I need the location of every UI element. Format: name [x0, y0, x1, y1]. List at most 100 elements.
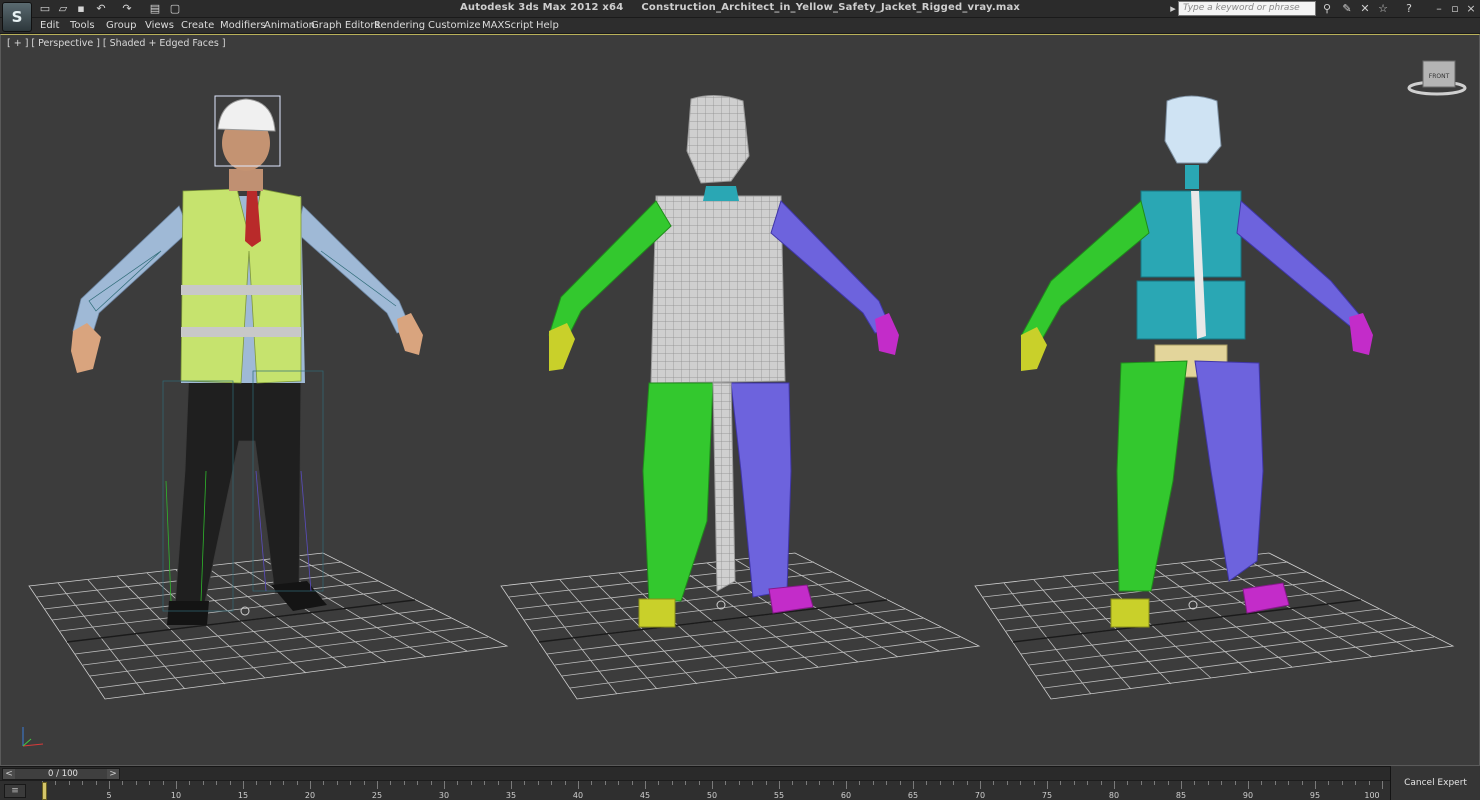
- frame-tick: [859, 781, 861, 785]
- frame-tick: [122, 781, 124, 785]
- frame-tick: [926, 781, 928, 785]
- menu-rendering[interactable]: Rendering: [374, 19, 425, 33]
- frame-tick: [390, 781, 392, 785]
- frame-tick: [1100, 781, 1102, 785]
- frame-tick: [604, 781, 606, 785]
- menu-animation[interactable]: Animation: [264, 19, 315, 33]
- frame-tick: [1127, 781, 1129, 785]
- frame-tick: [189, 781, 191, 785]
- help-icon[interactable]: ?: [1402, 2, 1416, 15]
- menu-help[interactable]: Help: [536, 19, 559, 33]
- search-input[interactable]: Type a keyword or phrase: [1178, 1, 1316, 16]
- frame-tick: [95, 781, 97, 785]
- menu-maxscript[interactable]: MAXScript: [482, 19, 533, 33]
- communication-center-icon[interactable]: ✕: [1358, 2, 1372, 15]
- frame-tick-label: 20: [304, 791, 316, 800]
- menu-views[interactable]: Views: [145, 19, 174, 33]
- frame-tick: [1060, 781, 1062, 785]
- frame-tick: [430, 781, 432, 785]
- axis-tripod-icon: [22, 727, 44, 747]
- frame-tick: [765, 781, 767, 785]
- frame-tick: [551, 781, 553, 785]
- frame-tick-label: 5: [106, 791, 112, 800]
- frame-tick: [846, 781, 847, 789]
- favorites-star-icon[interactable]: ☆: [1376, 2, 1390, 15]
- frame-tick: [939, 781, 941, 785]
- frame-tick: [417, 781, 419, 785]
- menu-bar: Edit Tools Group Views Create Modifiers …: [0, 18, 1480, 34]
- frame-tick: [1221, 781, 1223, 785]
- frame-tick-label: 65: [907, 791, 919, 800]
- frame-tick: [712, 781, 713, 789]
- viewport-scene: FRONT: [22, 60, 1467, 747]
- frame-tick: [135, 781, 137, 785]
- ground-grid-middle: [500, 552, 981, 700]
- textured-character-model[interactable]: [71, 95, 423, 625]
- frame-tick: [738, 781, 740, 785]
- frame-tick: [511, 781, 512, 789]
- subscription-icon[interactable]: ✎: [1340, 2, 1354, 15]
- binoculars-icon[interactable]: ⚲: [1320, 2, 1334, 15]
- time-cursor[interactable]: [42, 782, 47, 800]
- menu-graph-editors[interactable]: Graph Editors: [311, 19, 380, 33]
- viewcube-label: FRONT: [1429, 73, 1450, 80]
- frame-tick: [1114, 781, 1115, 789]
- frame-tick: [832, 781, 834, 785]
- menu-modifiers[interactable]: Modifiers: [220, 19, 266, 33]
- frame-tick: [1047, 781, 1048, 789]
- frame-tick: [725, 781, 727, 785]
- frame-tick: [698, 781, 700, 785]
- frame-tick: [243, 781, 244, 789]
- frame-tick: [457, 781, 459, 785]
- frame-tick: [1328, 781, 1330, 785]
- frame-tick: [1261, 781, 1263, 785]
- frame-tick: [82, 781, 84, 785]
- frame-tick: [913, 781, 914, 789]
- menu-edit[interactable]: Edit: [40, 19, 59, 33]
- biped-skeleton-model[interactable]: [1020, 95, 1373, 628]
- menu-create[interactable]: Create: [181, 19, 214, 33]
- close-icon[interactable]: ×: [1464, 2, 1478, 15]
- frame-tick: [1301, 781, 1303, 785]
- frame-counter: 0 / 100: [48, 769, 78, 779]
- application-logo-button[interactable]: S: [2, 2, 32, 32]
- frame-tick: [578, 781, 579, 789]
- menu-tools[interactable]: Tools: [70, 19, 95, 33]
- frame-tick: [618, 781, 620, 785]
- frame-tick-label: 100: [1364, 791, 1380, 800]
- frame-tick-label: 80: [1108, 791, 1120, 800]
- frame-tick: [484, 781, 486, 785]
- frame-tick: [1315, 781, 1316, 789]
- frame-tick: [216, 781, 218, 785]
- frame-tick-label: 25: [371, 791, 383, 800]
- frame-tick: [819, 781, 821, 785]
- menu-group[interactable]: Group: [106, 19, 136, 33]
- frame-tick-label: 40: [572, 791, 584, 800]
- app-name: Autodesk 3ds Max 2012 x64: [459, 2, 624, 13]
- frame-tick: [256, 781, 258, 785]
- time-slider-bar: < 0 / 100 >: [0, 766, 1390, 780]
- frame-tick: [1154, 781, 1156, 785]
- frame-tick: [269, 781, 271, 785]
- next-frame-button[interactable]: >: [107, 769, 119, 779]
- restore-icon[interactable]: ▫: [1448, 2, 1462, 15]
- frame-tick: [444, 781, 445, 789]
- minimize-icon[interactable]: –: [1432, 2, 1446, 15]
- mesh-and-biped-model[interactable]: [548, 95, 899, 628]
- frame-tick-label: 70: [974, 791, 986, 800]
- track-bar[interactable]: ≡ 5 10 15 20 25 30 35 40 45 50 55 60 65 70 75 80 85 90 95 1…: [0, 780, 1390, 800]
- frame-tick-label: 60: [840, 791, 852, 800]
- ground-grid-left: [28, 552, 509, 700]
- previous-frame-button[interactable]: <: [3, 769, 15, 779]
- cancel-expert-mode-button[interactable]: Cancel Expert Mode: [1390, 766, 1480, 800]
- frame-tick: [323, 781, 325, 785]
- curve-editor-icon[interactable]: ≡: [4, 784, 26, 798]
- time-slider[interactable]: < 0 / 100 >: [2, 768, 120, 780]
- frame-tick: [1248, 781, 1249, 789]
- frame-tick: [1341, 781, 1343, 785]
- perspective-viewport[interactable]: [ + ] [ Perspective ] [ Shaded + Edged F…: [0, 34, 1480, 766]
- viewport-label[interactable]: [ + ] [ Perspective ] [ Shaded + Edged F…: [7, 38, 226, 49]
- viewcube-icon[interactable]: FRONT: [1407, 60, 1467, 96]
- frame-ruler[interactable]: 5 10 15 20 25 30 35 40 45 50 55 60 65 70 75 80 85 90 95 100: [42, 781, 1383, 800]
- menu-customize[interactable]: Customize: [428, 19, 481, 33]
